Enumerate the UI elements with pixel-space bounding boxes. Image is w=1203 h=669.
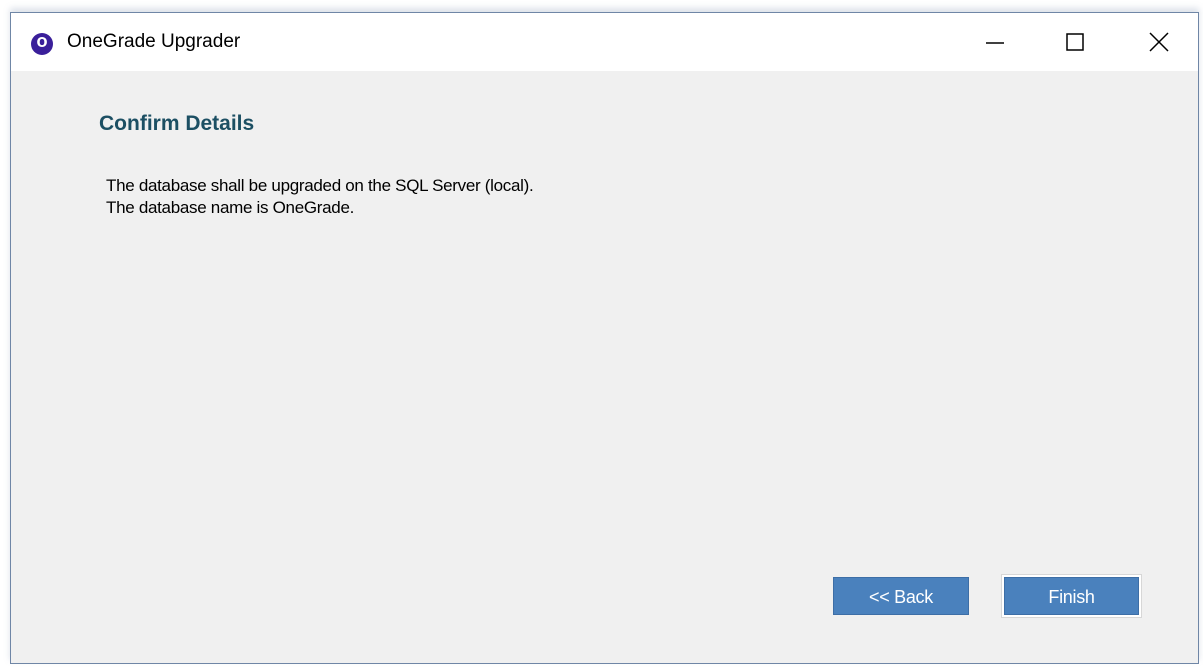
page-title: Confirm Details bbox=[99, 112, 255, 135]
app-icon: O bbox=[31, 33, 53, 55]
database-name-text: The database name is OneGrade. bbox=[106, 198, 355, 217]
wizard-page: Confirm Details The database shall be up… bbox=[11, 71, 1198, 664]
close-button[interactable] bbox=[1130, 13, 1188, 71]
maximize-icon bbox=[1066, 33, 1084, 51]
minimize-icon bbox=[986, 42, 1004, 44]
window-title: OneGrade Upgrader bbox=[67, 31, 241, 52]
back-button[interactable]: << Back bbox=[833, 577, 969, 615]
maximize-button[interactable] bbox=[1046, 13, 1104, 71]
finish-button[interactable]: Finish bbox=[1002, 575, 1141, 617]
server-info-text: The database shall be upgraded on the SQ… bbox=[106, 176, 534, 195]
title-bar[interactable]: O OneGrade Upgrader bbox=[11, 13, 1198, 71]
minimize-button[interactable] bbox=[966, 13, 1024, 71]
upgrader-window: O OneGrade Upgrader Confirm Details The … bbox=[10, 12, 1199, 664]
close-icon bbox=[1149, 32, 1169, 52]
